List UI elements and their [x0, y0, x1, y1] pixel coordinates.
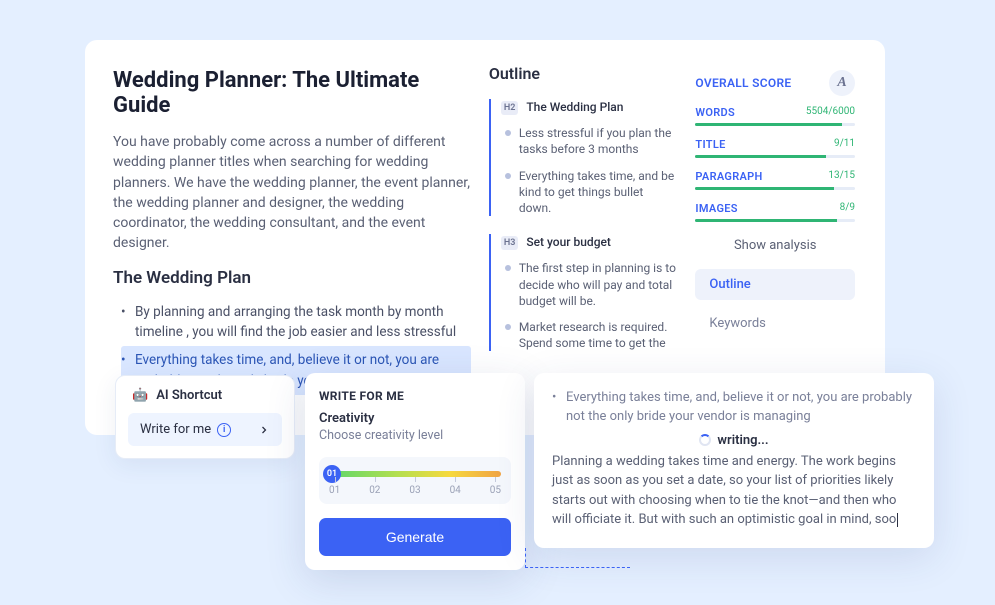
- tab-keywords[interactable]: Keywords: [695, 310, 855, 337]
- metric-value: 9/11: [834, 138, 855, 151]
- creativity-sublabel: Choose creativity level: [319, 428, 511, 443]
- metric-label: PARAGRAPH: [695, 170, 762, 183]
- heading-chip: H2: [501, 101, 519, 115]
- slider-ticks: 01 02 03 04 05: [329, 485, 501, 496]
- show-analysis-link[interactable]: Show analysis: [695, 238, 855, 253]
- bullet-dot-icon: [505, 130, 511, 136]
- score-header: OVERALL SCORE A: [695, 70, 855, 96]
- outline-title: The Wedding Plan: [526, 99, 623, 115]
- outline-group: H3 Set your budget The first step in pla…: [489, 234, 678, 351]
- outline-row[interactable]: The first step in planning is to decide …: [501, 260, 678, 309]
- outline-row[interactable]: Market research is required. Spend some …: [501, 319, 678, 351]
- outline-pane: Outline H2 The Wedding Plan Less stressf…: [489, 68, 678, 395]
- metric-paragraph: PARAGRAPH 13/15: [695, 170, 855, 190]
- tick: 02: [369, 485, 380, 496]
- bullet-dot-icon: [505, 173, 511, 179]
- outline-item: The first step in planning is to decide …: [519, 260, 678, 309]
- heading-chip: H3: [501, 236, 519, 250]
- spinner-icon: [699, 434, 711, 446]
- outline-row[interactable]: H3 Set your budget: [501, 234, 678, 250]
- editor-pane: Wedding Planner: The Ultimate Guide You …: [113, 68, 471, 395]
- bullet-dot-icon: [505, 265, 511, 271]
- score-title: OVERALL SCORE: [695, 76, 791, 90]
- metric-images: IMAGES 8/9: [695, 202, 855, 222]
- intro-paragraph: You have probably come across a number o…: [113, 132, 471, 254]
- section-heading: The Wedding Plan: [113, 268, 471, 288]
- metric-value: 5504/6000: [806, 106, 855, 119]
- write-for-me-chip[interactable]: Write for me i: [128, 413, 282, 446]
- generation-preview-card: Everything takes time, and, believe it o…: [534, 373, 934, 548]
- metric-title: TITLE 9/11: [695, 138, 855, 158]
- shortcut-title: 🤖 AI Shortcut: [128, 388, 282, 403]
- wfm-caption: WRITE FOR ME: [319, 389, 511, 403]
- writing-status: writing...: [552, 433, 916, 448]
- outline-row[interactable]: Less stressful if you plan the tasks bef…: [501, 125, 678, 157]
- metric-value: 13/15: [828, 170, 855, 183]
- ai-shortcut-card: 🤖 AI Shortcut Write for me i: [115, 375, 295, 459]
- creativity-label: Creativity: [319, 411, 511, 426]
- outline-heading: Outline: [489, 64, 678, 83]
- metric-value: 8/9: [840, 202, 855, 215]
- chevron-right-icon: [258, 424, 270, 436]
- shortcut-title-text: AI Shortcut: [156, 388, 222, 403]
- list-item[interactable]: By planning and arranging the task month…: [121, 298, 471, 347]
- tick: 03: [409, 485, 420, 496]
- outline-title: Set your budget: [526, 234, 611, 250]
- metric-label: WORDS: [695, 106, 735, 119]
- preview-bullet: Everything takes time, and, believe it o…: [552, 389, 916, 427]
- connector-line: [525, 548, 630, 568]
- tick: 05: [490, 485, 501, 496]
- generated-text: Planning a wedding takes time and energy…: [552, 452, 916, 530]
- outline-item: Less stressful if you plan the tasks bef…: [519, 125, 678, 157]
- tick: 01: [329, 485, 340, 496]
- page-title: Wedding Planner: The Ultimate Guide: [113, 68, 471, 118]
- creativity-slider[interactable]: 01 01 02 03 04 05: [319, 457, 511, 504]
- generate-button[interactable]: Generate: [319, 518, 511, 556]
- metric-label: TITLE: [695, 138, 725, 151]
- metric-label: IMAGES: [695, 202, 737, 215]
- outline-group: H2 The Wedding Plan Less stressful if yo…: [489, 99, 678, 216]
- score-grade-icon: A: [829, 70, 855, 96]
- tab-outline[interactable]: Outline: [695, 269, 855, 300]
- score-pane: OVERALL SCORE A WORDS 5504/6000 TITLE 9/11…: [695, 68, 855, 395]
- outline-item: Market research is required. Spend some …: [519, 319, 678, 351]
- outline-item: Everything takes time, and be kind to ge…: [519, 168, 678, 217]
- info-icon: i: [217, 423, 231, 437]
- write-for-me-panel: WRITE FOR ME Creativity Choose creativit…: [305, 373, 525, 570]
- slider-thumb[interactable]: 01: [323, 465, 341, 483]
- metric-words: WORDS 5504/6000: [695, 106, 855, 126]
- chip-label: Write for me: [140, 422, 211, 437]
- outline-row[interactable]: H2 The Wedding Plan: [501, 99, 678, 115]
- tick: 04: [450, 485, 461, 496]
- status-text: writing...: [717, 433, 768, 448]
- outline-row[interactable]: Everything takes time, and be kind to ge…: [501, 168, 678, 217]
- robot-icon: 🤖: [132, 388, 148, 403]
- bullet-dot-icon: [505, 324, 511, 330]
